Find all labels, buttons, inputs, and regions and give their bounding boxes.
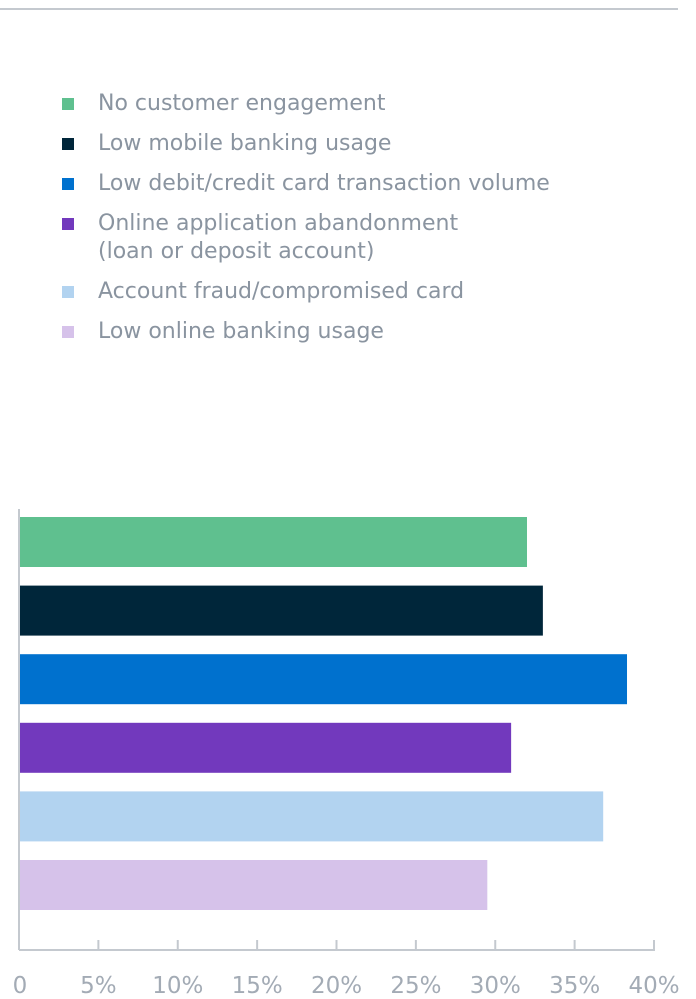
bar xyxy=(19,517,527,567)
bar xyxy=(19,791,604,842)
bar xyxy=(19,860,488,910)
x-tick-label: 5% xyxy=(80,973,117,999)
bar-chart: 0 5% 10% 15% 20% 25% 30% 35% 40% xyxy=(13,509,680,999)
x-tick-label: 40% xyxy=(628,973,679,999)
x-tick-label: 20% xyxy=(311,973,362,999)
x-tick-label: 35% xyxy=(549,973,600,999)
x-tick-label: 10% xyxy=(152,973,203,999)
bar xyxy=(19,654,628,705)
x-tick-label: 0 xyxy=(13,973,28,999)
bar xyxy=(19,722,512,773)
x-tick-label: 30% xyxy=(470,973,521,999)
x-tick-label: 15% xyxy=(232,973,283,999)
x-tick-label: 25% xyxy=(390,973,441,999)
bar xyxy=(19,585,543,636)
